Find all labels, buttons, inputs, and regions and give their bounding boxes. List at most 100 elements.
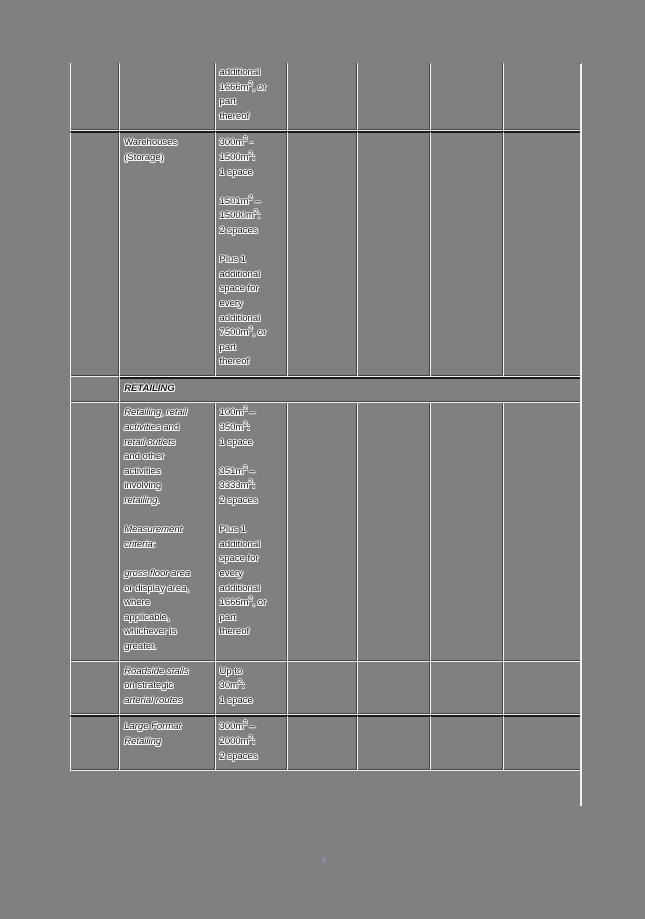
parking-text: Plus 1 <box>219 524 246 536</box>
document-page: additional 1666m2, or part thereof Warehouse… <box>0 0 645 919</box>
parking-text: 2 spaces <box>219 750 258 762</box>
parking-blank-line <box>220 450 283 465</box>
activity-text: and other <box>124 451 165 463</box>
activity-cell <box>120 63 216 132</box>
parking-line: 1666m2, or <box>220 596 283 611</box>
activity-text: applicable, <box>124 611 170 623</box>
margin-strip-cell <box>70 63 121 132</box>
parking-line: additional <box>220 268 283 283</box>
activity-text: Warehouses <box>124 137 178 149</box>
activity-text: Retailing, retail <box>124 407 188 419</box>
parking-text: 30m2: <box>219 679 245 692</box>
empty-cell-c5 <box>358 715 432 772</box>
page-number: 6 <box>322 857 326 865</box>
parking-text: 1 space <box>219 436 253 448</box>
activity-text: (Storage) <box>124 151 164 163</box>
parking-requirement-cell: Up to 30m2: 1 space <box>215 661 288 716</box>
parking-text: part <box>219 341 236 353</box>
activity-text: criteria: <box>124 538 156 550</box>
activity-line: (Storage) <box>124 151 210 166</box>
parking-line: 2 spaces <box>220 750 283 765</box>
parking-line: Up to <box>220 665 283 680</box>
margin-strip-cell <box>70 403 121 662</box>
activity-cell: Large Format Retailing <box>120 715 216 772</box>
activity-text: activities <box>124 465 161 477</box>
parking-text: additional <box>219 268 261 280</box>
empty-cell-c5 <box>358 63 432 132</box>
activity-line: on strategic <box>124 679 210 694</box>
parking-line: additional <box>220 582 283 597</box>
parking-text: additional <box>219 312 261 324</box>
parking-text: Up to <box>219 665 243 677</box>
empty-cell-c5 <box>358 661 432 716</box>
activity-line: Large Format <box>124 720 210 735</box>
parking-requirement-cell: 300m2 -1500m2: 1 space 1501m2 – 15000m2: 2 s… <box>215 131 288 377</box>
activity-text: retail outlets <box>124 436 176 448</box>
activity-line: Retailing <box>124 735 210 750</box>
activity-text: arterial routes <box>124 694 183 706</box>
parking-text: 351m2 – <box>219 464 256 477</box>
parking-line: 3333m2: <box>220 479 283 494</box>
activity-line: retail outlets <box>124 436 210 451</box>
parking-line: 2 spaces <box>220 224 283 239</box>
empty-cell-c6 <box>431 715 504 772</box>
margin-strip-cell <box>70 661 121 716</box>
parking-line: 1 space <box>220 166 283 181</box>
parking-line: every <box>220 567 283 582</box>
table-row: Roadside stalls on strategic arterial rout… <box>70 661 582 716</box>
empty-cell-c7 <box>503 131 582 377</box>
empty-cell-c4 <box>287 661 359 716</box>
empty-cell-c4 <box>287 403 359 662</box>
activity-line: or display area, <box>124 582 210 597</box>
activity-text: whichever is <box>124 626 177 638</box>
parking-requirement-cell: 100m2 –350m2: 1 space 351m2 – 3333m2: 2 spac… <box>215 403 288 662</box>
parking-line: every <box>220 297 283 312</box>
parking-text: 1500m2: <box>219 150 256 163</box>
parking-line: 100m2 – <box>220 406 283 421</box>
parking-line: 30m2: <box>220 679 283 694</box>
table-outer-rule <box>580 64 582 806</box>
activity-line: activities and <box>124 421 210 436</box>
empty-cell-c6 <box>431 131 504 377</box>
empty-cell-c4 <box>287 131 359 377</box>
empty-cell-c7 <box>503 63 582 132</box>
parking-line: 1 space <box>220 436 283 451</box>
activity-line: arterial routes <box>124 694 210 709</box>
activity-blank-line <box>124 509 210 524</box>
parking-line: 1500m2: <box>220 151 283 166</box>
parking-blank-line <box>220 180 283 195</box>
parking-text: every <box>219 568 243 579</box>
table-row: Large Format Retailing 300m2 –2000m2: 2 spa… <box>70 715 582 772</box>
parking-line: additional <box>220 312 283 327</box>
activity-line: criteria: <box>124 538 210 553</box>
parking-text: additional <box>219 67 261 78</box>
parking-text: thereof <box>219 110 250 122</box>
activity-text: on strategic <box>124 680 174 692</box>
margin-strip-cell <box>70 131 121 377</box>
activity-line: Warehouses <box>124 136 210 151</box>
table-row: RETAILING <box>70 376 582 404</box>
parking-line: additional <box>220 66 283 81</box>
parking-requirement-cell: 300m2 –2000m2: 2 spaces <box>215 715 288 772</box>
parking-line: Plus 1 <box>220 523 283 538</box>
activity-line: Roadside stalls <box>124 665 210 680</box>
parking-blank-line <box>220 509 283 524</box>
parking-text: 7500m2, or <box>219 325 267 339</box>
parking-line: 350m2: <box>220 421 283 436</box>
parking-line: 7500m2, or <box>220 326 283 341</box>
parking-line: 1 space <box>220 694 283 709</box>
parking-text: 3333m2: <box>219 479 256 492</box>
activity-line: applicable, <box>124 611 210 626</box>
parking-line: 2000m2: <box>220 735 283 750</box>
activity-text: retailing. <box>124 495 161 507</box>
margin-strip-cell <box>70 376 121 404</box>
parking-line: 1666m2, or <box>220 80 283 96</box>
activity-line: whichever is <box>124 625 210 640</box>
parking-line: space for <box>220 552 283 567</box>
table-body: additional 1666m2, or part thereof Warehouse… <box>70 63 582 772</box>
activity-line: where <box>124 596 210 611</box>
activity-cell: Roadside stalls on strategic arterial rout… <box>120 661 216 716</box>
table-row: Retailing, retail activities and retail ou… <box>70 403 582 662</box>
parking-line: 1501m2 – <box>220 195 283 210</box>
parking-text: space for <box>219 283 259 295</box>
